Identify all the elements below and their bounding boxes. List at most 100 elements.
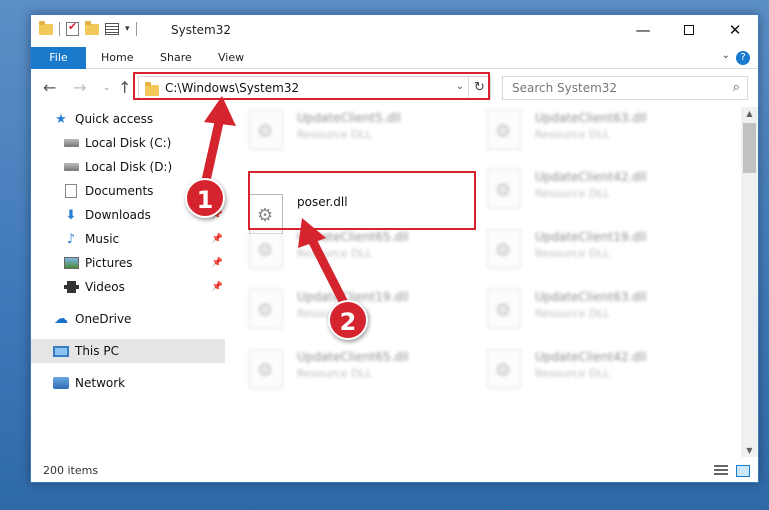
- properties-icon[interactable]: [66, 20, 79, 36]
- sidebar-item-label: Pictures: [85, 256, 133, 270]
- sidebar-item-network[interactable]: Network: [31, 371, 225, 395]
- sidebar-item-this-pc[interactable]: This PC: [31, 339, 225, 363]
- toolbar-divider: [135, 22, 137, 36]
- videos-icon: [63, 280, 79, 294]
- scroll-up-arrow-icon[interactable]: ▲: [741, 109, 758, 118]
- customize-toolbar-chevron-icon[interactable]: ▾: [125, 24, 130, 34]
- up-button[interactable]: ↑: [118, 78, 131, 97]
- pin-icon[interactable]: 📌: [212, 282, 223, 292]
- sidebar-item-label: Local Disk (C:): [85, 136, 172, 150]
- file-item[interactable]: UpdateClient42.dll Resource DLL: [467, 346, 687, 396]
- file-highlight: [248, 171, 476, 230]
- step-1-badge: 1: [185, 178, 225, 218]
- file-item[interactable]: UpdateClient19.dll Resource DLL: [467, 226, 687, 276]
- dll-file-icon: [487, 110, 521, 150]
- vertical-scrollbar[interactable]: ▲ ▼: [741, 107, 758, 457]
- tab-view[interactable]: View: [206, 47, 256, 69]
- sidebar-item-local-disk-c[interactable]: Local Disk (C:): [31, 131, 225, 155]
- file-type: Resource DLL: [535, 367, 610, 380]
- file-name: UpdateClient63.dll: [535, 290, 647, 304]
- sidebar-item-label: Videos: [85, 280, 125, 294]
- back-button[interactable]: ←: [43, 78, 56, 97]
- window-title: System32: [171, 23, 232, 37]
- file-name: UpdateClient19.dll: [535, 230, 647, 244]
- documents-icon: [63, 184, 79, 198]
- sidebar-item-pictures[interactable]: Pictures 📌: [31, 251, 225, 275]
- sidebar-item-label: Quick access: [75, 112, 154, 126]
- details-view-icon[interactable]: [714, 465, 728, 477]
- scroll-down-arrow-icon[interactable]: ▼: [741, 446, 758, 455]
- dll-file-icon: [249, 229, 283, 269]
- new-folder-icon[interactable]: [85, 20, 99, 35]
- network-icon: [53, 376, 69, 390]
- file-name: UpdateClient65.dll: [297, 230, 409, 244]
- maximize-button[interactable]: [666, 15, 712, 45]
- file-type: Resource DLL: [297, 367, 372, 380]
- file-name: UpdateClient65.dll: [297, 350, 409, 364]
- sidebar-item-music[interactable]: ♪ Music 📌: [31, 227, 225, 251]
- view-options-icon[interactable]: [105, 23, 119, 35]
- sidebar-item-label: Local Disk (D:): [85, 160, 173, 174]
- computer-icon: [53, 344, 69, 358]
- file-type: Resource DLL: [535, 247, 610, 260]
- maximize-icon: [684, 25, 694, 35]
- help-icon[interactable]: ?: [736, 51, 750, 65]
- status-bar: 200 items: [31, 461, 758, 483]
- pin-icon[interactable]: 📌: [212, 258, 223, 268]
- file-item[interactable]: UpdateClient63.dll Resource DLL: [467, 107, 687, 157]
- drive-icon: [63, 136, 79, 150]
- folder-icon[interactable]: [39, 20, 53, 35]
- pin-icon[interactable]: 📌: [212, 234, 223, 244]
- file-name: UpdateClient63.dll: [535, 111, 647, 125]
- sidebar-item-label: OneDrive: [75, 312, 132, 326]
- minimize-button[interactable]: —: [620, 15, 666, 45]
- file-item[interactable]: UpdateClient42.dll Resource DLL: [467, 166, 687, 216]
- file-item[interactable]: UpdateClient63.dll Resource DLL: [467, 286, 687, 336]
- tab-file[interactable]: File: [31, 47, 86, 69]
- search-input[interactable]: Search System32: [512, 81, 617, 95]
- recent-locations-chevron-icon[interactable]: ⌄: [103, 83, 111, 93]
- sidebar-item-local-disk-d[interactable]: Local Disk (D:): [31, 155, 225, 179]
- step-2-badge: 2: [328, 300, 368, 340]
- dll-file-icon: [249, 289, 283, 329]
- search-box[interactable]: Search System32 ⌕: [502, 76, 748, 100]
- scrollbar-thumb[interactable]: [743, 123, 756, 173]
- file-type: Resource DLL: [297, 128, 372, 141]
- download-icon: ⬇: [65, 207, 77, 223]
- dll-file-icon: [249, 110, 283, 150]
- file-name: UpdateClient42.dll: [535, 350, 647, 364]
- title-bar: ▾ System32 — ✕: [31, 15, 758, 47]
- sidebar-item-onedrive[interactable]: ☁ OneDrive: [31, 307, 225, 331]
- file-list: UpdateClient5.dll Resource DLL UpdateCli…: [229, 107, 741, 457]
- music-icon: ♪: [66, 231, 76, 247]
- large-icons-view-icon[interactable]: [736, 465, 750, 477]
- sidebar-item-videos[interactable]: Videos 📌: [31, 275, 225, 299]
- tab-share[interactable]: Share: [148, 47, 204, 69]
- search-icon[interactable]: ⌕: [733, 80, 740, 95]
- address-bar-highlight: [133, 72, 490, 100]
- sidebar-item-quick-access[interactable]: ★ Quick access: [31, 107, 225, 131]
- star-icon: ★: [55, 111, 67, 127]
- dll-file-icon: [487, 349, 521, 389]
- sidebar-item-label: Network: [75, 376, 126, 390]
- file-type: Resource DLL: [535, 307, 610, 320]
- file-item[interactable]: UpdateClient65.dll Resource DLL: [229, 346, 449, 396]
- file-type: Resource DLL: [535, 187, 610, 200]
- dll-file-icon: [487, 229, 521, 269]
- expand-ribbon-chevron-icon[interactable]: ⌄: [722, 50, 730, 61]
- ribbon-tabs: File Home Share View ⌄ ?: [31, 47, 758, 69]
- dll-file-icon: [249, 349, 283, 389]
- cloud-icon: ☁: [54, 311, 68, 327]
- file-name: UpdateClient42.dll: [535, 170, 647, 184]
- file-type: Resource DLL: [535, 128, 610, 141]
- forward-button[interactable]: →: [73, 78, 86, 97]
- navigation-pane: ★ Quick access Local Disk (C:) Local Dis…: [31, 107, 227, 457]
- file-item[interactable]: UpdateClient5.dll Resource DLL: [229, 107, 449, 157]
- sidebar-item-label: Documents: [85, 184, 154, 198]
- dll-file-icon: [487, 169, 521, 209]
- tab-home[interactable]: Home: [89, 47, 145, 69]
- item-count: 200 items: [43, 464, 99, 477]
- pictures-icon: [63, 256, 79, 270]
- close-button[interactable]: ✕: [712, 15, 758, 45]
- file-item[interactable]: UpdateClient65.dll Resource DLL: [229, 226, 449, 276]
